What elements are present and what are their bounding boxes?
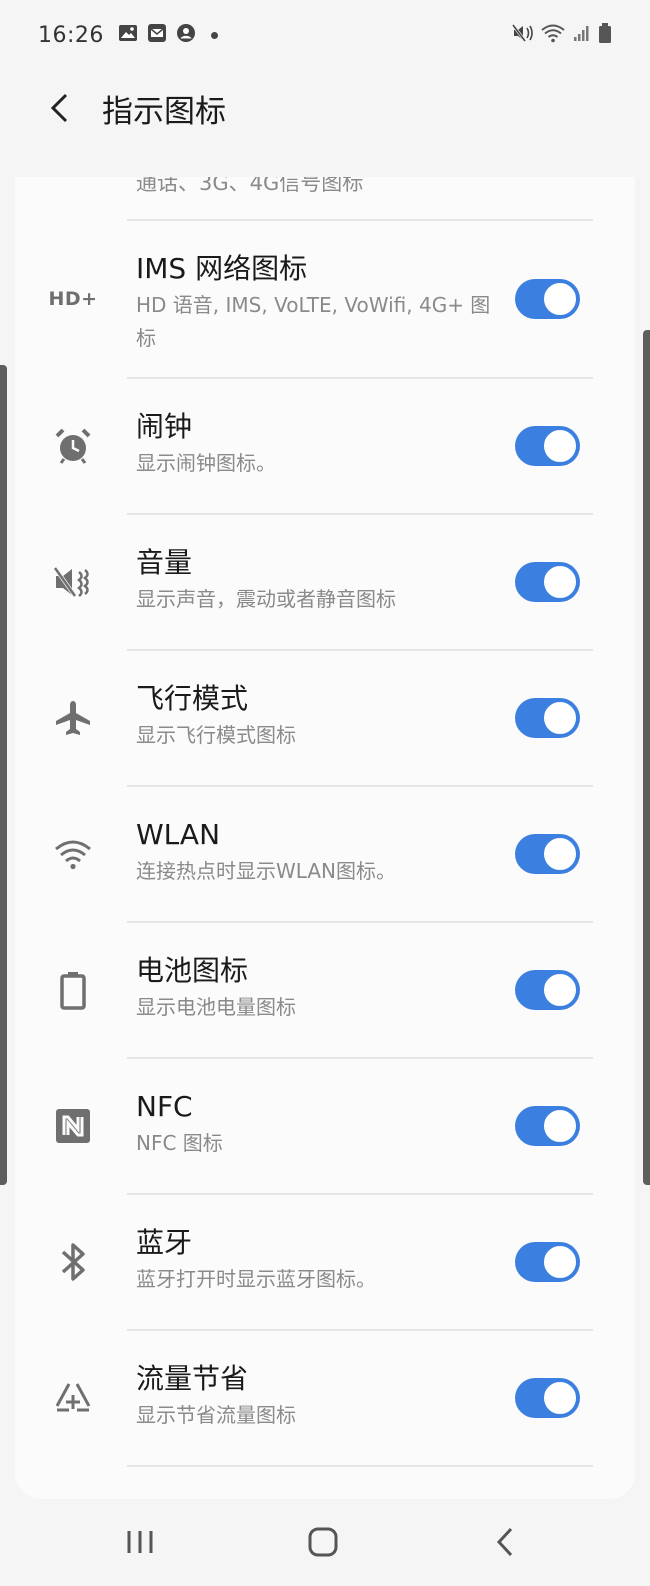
battery-icon — [49, 966, 97, 1014]
row-alarm[interactable]: 闹钟 显示闹钟图标。 — [15, 379, 635, 513]
vibrate-mute-icon — [49, 558, 97, 606]
row-title: 电池图标 — [136, 954, 249, 987]
back-icon — [496, 1527, 513, 1557]
wlan-toggle[interactable] — [515, 834, 580, 874]
battery-toggle[interactable] — [515, 970, 580, 1010]
row-nfc[interactable]: NFC NFC 图标 — [15, 1059, 635, 1193]
nfc-toggle[interactable] — [515, 1106, 580, 1146]
row-volume[interactable]: 音量 显示声音，震动或者静音图标 — [15, 515, 635, 649]
wifi-icon — [540, 23, 566, 47]
data-saver-toggle[interactable] — [515, 1378, 580, 1418]
row-bluetooth[interactable]: 蓝牙 蓝牙打开时显示蓝牙图标。 — [15, 1195, 635, 1329]
row-subtitle: 显示电池电量图标 — [136, 995, 296, 1019]
back-nav-button[interactable] — [480, 1519, 530, 1565]
back-button[interactable] — [40, 88, 80, 128]
page-title: 指示图标 — [102, 94, 226, 130]
scrollbar-right[interactable] — [643, 330, 650, 1185]
wifi-icon — [49, 830, 97, 878]
signal-item-subtitle: 通话、3G、4G信号图标 — [136, 177, 364, 195]
email-icon — [147, 23, 167, 47]
data-saver-icon — [49, 1374, 97, 1422]
row-title: IMS 网络图标 — [136, 252, 308, 285]
row-subtitle: HD 语音, IMS, VoLTE, VoWifi, 4G+ 图标 — [136, 293, 491, 350]
row-title: 闹钟 — [136, 410, 193, 443]
row-title: 飞行模式 — [136, 682, 249, 715]
bluetooth-icon — [49, 1238, 97, 1286]
row-subtitle: 蓝牙打开时显示蓝牙图标。 — [136, 1267, 376, 1291]
app-bar: 指示图标 — [0, 70, 650, 180]
divider — [127, 1465, 593, 1467]
recent-apps-button[interactable] — [115, 1519, 165, 1565]
row-subtitle: 显示闹钟图标。 — [136, 451, 276, 475]
alarm-toggle[interactable] — [515, 426, 580, 466]
airplane-toggle[interactable] — [515, 698, 580, 738]
row-title: 音量 — [136, 546, 193, 579]
hd-plus-icon: HD+ — [48, 288, 98, 310]
row-subtitle: 显示节省流量图标 — [136, 1403, 296, 1427]
signal-icon — [572, 24, 592, 46]
home-icon — [308, 1527, 338, 1557]
row-title: NFC — [136, 1090, 193, 1123]
row-ims-network[interactable]: HD+ IMS 网络图标 HD 语音, IMS, VoLTE, VoWifi, … — [15, 221, 635, 377]
status-time: 16:26 — [38, 22, 104, 48]
mute-icon — [511, 23, 534, 47]
row-title: WLAN — [136, 818, 221, 851]
row-subtitle: NFC 图标 — [136, 1131, 223, 1155]
more-notifications-dot — [210, 31, 218, 39]
nfc-icon — [49, 1102, 97, 1150]
volume-toggle[interactable] — [515, 562, 580, 602]
system-icons — [511, 22, 612, 48]
back-arrow-icon — [50, 93, 68, 123]
ims-toggle[interactable] — [515, 279, 580, 319]
home-button[interactable] — [298, 1519, 348, 1565]
row-title: 流量节省 — [136, 1362, 249, 1395]
alarm-clock-icon — [49, 422, 97, 470]
notification-icons — [118, 23, 218, 47]
row-subtitle: 显示声音，震动或者静音图标 — [136, 587, 396, 611]
settings-list: 通话、3G、4G信号图标 HD+ IMS 网络图标 HD 语音, IMS, Vo… — [15, 177, 635, 1499]
row-wlan[interactable]: WLAN 连接热点时显示WLAN图标。 — [15, 787, 635, 921]
battery-icon — [598, 22, 612, 48]
row-title: 蓝牙 — [136, 1226, 193, 1259]
status-bar: 16:26 — [0, 0, 650, 70]
gallery-icon — [118, 24, 138, 46]
bluetooth-toggle[interactable] — [515, 1242, 580, 1282]
row-data-saver[interactable]: 流量节省 显示节省流量图标 — [15, 1331, 635, 1465]
airplane-icon — [49, 694, 97, 742]
navigation-bar — [0, 1499, 650, 1586]
row-airplane-mode[interactable]: 飞行模式 显示飞行模式图标 — [15, 651, 635, 785]
recent-apps-icon — [127, 1531, 153, 1553]
row-subtitle: 连接热点时显示WLAN图标。 — [136, 859, 397, 883]
row-battery[interactable]: 电池图标 显示电池电量图标 — [15, 923, 635, 1057]
scrollbar-left[interactable] — [0, 365, 7, 1185]
row-subtitle: 显示飞行模式图标 — [136, 723, 296, 747]
account-icon — [176, 23, 196, 47]
